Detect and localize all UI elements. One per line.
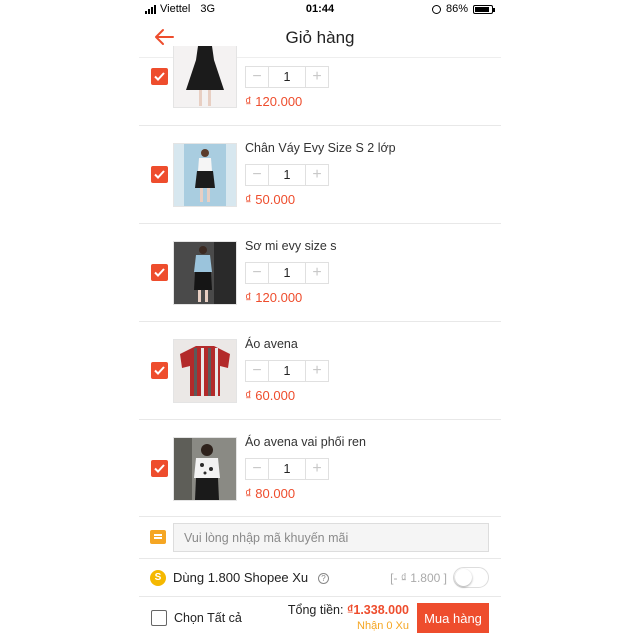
quantity-stepper[interactable]: − 1 + [245, 66, 329, 88]
page-title: Giỏ hàng [285, 28, 355, 47]
battery-percent: 86% [445, 3, 468, 15]
check-icon [154, 170, 165, 179]
item-name[interactable]: Áo avena vai phối ren [245, 435, 366, 449]
coins-discount: [- ₫ 1.800 ] [390, 571, 447, 585]
product-image [173, 143, 237, 207]
quantity-stepper[interactable]: − 1 + [245, 164, 329, 186]
use-coins-label: Dùng 1.800 Shopee Xu [173, 570, 309, 585]
item-name[interactable]: Áo avena [245, 337, 298, 351]
voucher-icon [150, 530, 166, 544]
quantity-stepper[interactable]: − 1 + [245, 360, 329, 382]
quantity-stepper[interactable]: − 1 + [245, 262, 329, 284]
product-image [173, 339, 237, 403]
decrease-button[interactable]: − [246, 361, 268, 381]
voucher-row [139, 517, 501, 559]
check-icon [154, 464, 165, 473]
quantity-value[interactable]: 1 [268, 67, 306, 87]
item-price: ₫ 120.000 [245, 94, 303, 109]
check-icon [154, 366, 165, 375]
total-line: Tổng tiền: ₫1.338.000 [288, 603, 409, 617]
voucher-code-input[interactable] [173, 523, 489, 552]
decrease-button[interactable]: − [246, 67, 268, 87]
item-checkbox[interactable] [151, 264, 168, 281]
status-bar: Viettel 3G 01:44 86% [139, 0, 501, 20]
item-checkbox[interactable] [151, 362, 168, 379]
select-all-label[interactable]: Chọn Tất cả [174, 611, 242, 625]
item-checkbox[interactable] [151, 68, 168, 85]
rotation-lock-icon [431, 4, 441, 14]
decrease-button[interactable]: − [246, 165, 268, 185]
increase-button[interactable]: + [306, 361, 328, 381]
select-all-checkbox[interactable] [151, 610, 167, 626]
item-price: ₫ 60.000 [245, 388, 296, 403]
total-value: ₫1.338.000 [346, 603, 409, 617]
item-price: ₫ 80.000 [245, 486, 296, 501]
cart-item: Sơ mi evy size s − 1 + ₫ 120.000 [139, 224, 501, 322]
quantity-stepper[interactable]: − 1 + [245, 458, 329, 480]
increase-button[interactable]: + [306, 459, 328, 479]
shopee-coin-icon: S [150, 570, 166, 586]
cart-item: − 1 + ₫ 120.000 [139, 46, 501, 126]
quantity-value[interactable]: 1 [268, 459, 306, 479]
increase-button[interactable]: + [306, 165, 328, 185]
product-image [173, 241, 237, 305]
cart-item: Chân Váy Evy Size S 2 lớp − 1 + ₫ 50.000 [139, 126, 501, 224]
item-price: ₫ 50.000 [245, 192, 296, 207]
quantity-value[interactable]: 1 [268, 361, 306, 381]
use-coins-toggle[interactable] [453, 567, 489, 588]
cart-screen: Viettel 3G 01:44 86% Giỏ hàng − 1 + ₫ 12… [139, 0, 501, 640]
item-name[interactable]: Chân Váy Evy Size S 2 lớp [245, 141, 396, 155]
item-price: ₫ 120.000 [245, 290, 303, 305]
quantity-value[interactable]: 1 [268, 165, 306, 185]
checkout-button[interactable]: Mua hàng [417, 603, 489, 633]
quantity-value[interactable]: 1 [268, 263, 306, 283]
help-icon[interactable]: ? [318, 573, 329, 584]
decrease-button[interactable]: − [246, 263, 268, 283]
total-label: Tổng tiền: [287, 603, 344, 617]
shopee-coins-row: S Dùng 1.800 Shopee Xu ? [- ₫ 1.800 ] [139, 559, 501, 597]
item-checkbox[interactable] [151, 166, 168, 183]
checkout-bar: Chọn Tất cả Tổng tiền: ₫1.338.000 Nhận 0… [139, 597, 501, 640]
increase-button[interactable]: + [306, 263, 328, 283]
check-icon [154, 268, 165, 277]
toggle-knob [455, 569, 472, 586]
battery-icon [473, 4, 495, 14]
check-icon [154, 72, 165, 81]
decrease-button[interactable]: − [246, 459, 268, 479]
coins-earned: Nhận 0 Xu [357, 620, 409, 632]
product-image [173, 46, 237, 108]
increase-button[interactable]: + [306, 67, 328, 87]
product-image [173, 437, 237, 501]
item-checkbox[interactable] [151, 460, 168, 477]
cart-item: Áo avena − 1 + ₫ 60.000 [139, 322, 501, 420]
cart-item: Áo avena vai phối ren − 1 + ₫ 80.000 [139, 420, 501, 517]
item-name[interactable]: Sơ mi evy size s [245, 239, 337, 253]
